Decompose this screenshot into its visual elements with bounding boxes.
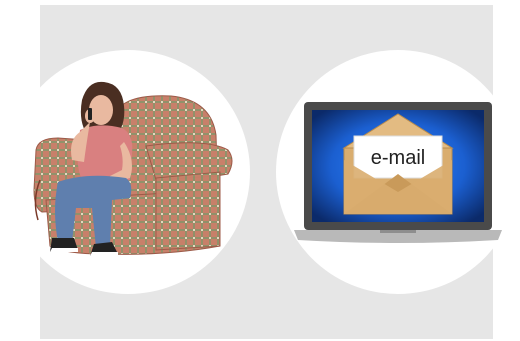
person-on-phone-in-armchair-icon <box>33 81 233 256</box>
image-canvas: e-mail <box>0 0 520 341</box>
email-label: e-mail <box>371 147 425 169</box>
laptop-email-icon: e-mail <box>294 102 502 243</box>
phone-call-illustration-circle <box>6 50 250 294</box>
email-illustration-circle: e-mail <box>276 50 520 294</box>
